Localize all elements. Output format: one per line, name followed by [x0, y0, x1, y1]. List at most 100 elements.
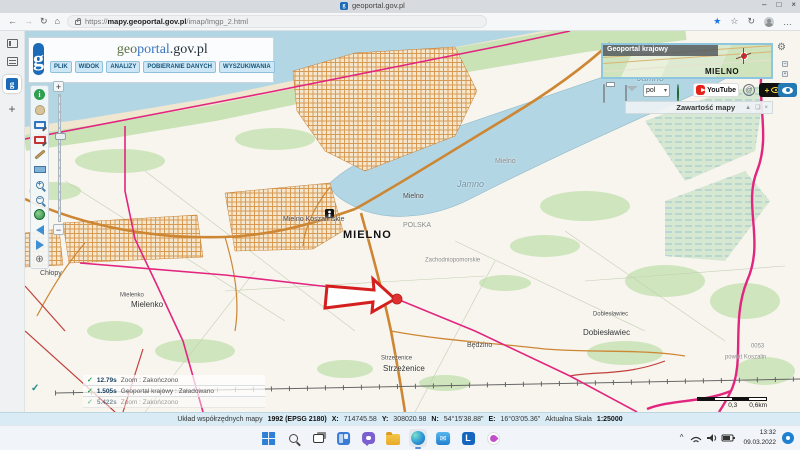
new-tab-button[interactable]: + — [8, 102, 15, 116]
zoom-in-button[interactable]: + — [53, 81, 64, 92]
edge-button[interactable] — [409, 429, 427, 447]
gear-icon[interactable]: ⚙ — [777, 42, 786, 53]
browser-toolbar: ← → ↻ ⌂ https://mapy.geoportal.gov.pl/im… — [0, 13, 800, 31]
browser-titlebar: g geoportal.gov.pl – □ × — [0, 0, 800, 13]
geoportal-logo[interactable]: g — [33, 43, 44, 75]
map-viewport[interactable]: Mielno Jamno Mielno Mielno Koszalińskie … — [25, 31, 800, 412]
file-explorer-button[interactable] — [384, 429, 402, 447]
measure-tool[interactable] — [33, 164, 46, 175]
map-topbar: pol▾ YouTube @ + — [601, 83, 800, 98]
zoom-slider-track[interactable] — [58, 94, 61, 222]
chat-button[interactable] — [359, 429, 377, 447]
close-panel-icon[interactable]: × — [764, 105, 768, 111]
check-icon: ✓ — [87, 398, 93, 406]
youtube-button[interactable]: YouTube — [693, 83, 739, 97]
tab-favicon-icon: g — [340, 2, 348, 10]
search-icon — [289, 434, 298, 443]
loaded-check-icon: ✓ — [31, 383, 39, 394]
previous-view-tool[interactable] — [33, 224, 46, 235]
next-view-tool[interactable] — [33, 239, 46, 250]
zoom-out-button[interactable]: − — [53, 224, 64, 235]
menu-pobieranie-danych[interactable]: POBIERANIE DANYCH — [143, 61, 216, 73]
tray-expand-icon[interactable]: ^ — [680, 433, 684, 442]
address-bar[interactable]: https://mapy.geoportal.gov.pl/imap/Imgp_… — [67, 15, 487, 28]
mail-button[interactable]: ✉ — [434, 429, 452, 447]
blue-rectangle-icon — [34, 121, 46, 129]
home-icon[interactable]: ⌂ — [55, 17, 60, 26]
accessibility-declaration-button[interactable]: @ — [743, 84, 755, 96]
draw-rectangle-tool[interactable] — [33, 134, 46, 145]
center-tool[interactable]: ⊕ — [33, 254, 46, 265]
status-message-row: ✓ 1.505s Geoportal krajowy : Załadowano — [83, 386, 265, 397]
pan-tool[interactable] — [33, 104, 46, 115]
lake-label: Jamno — [457, 179, 484, 189]
lightshot-button[interactable] — [484, 429, 502, 447]
start-button[interactable] — [259, 429, 277, 447]
pin-icon[interactable]: ▲ — [745, 105, 751, 111]
task-view-button[interactable] — [309, 429, 327, 447]
hand-icon — [35, 105, 45, 115]
tray-system-icons[interactable] — [689, 431, 737, 445]
tab-list-icon[interactable] — [7, 57, 18, 66]
active-tab-item[interactable]: g — [3, 75, 21, 93]
minimize-button[interactable]: – — [762, 0, 766, 9]
widgets-button[interactable] — [334, 429, 352, 447]
geoportal-favicon-icon: g — [6, 78, 18, 90]
collections-icon[interactable]: ☆ — [730, 16, 738, 27]
scale-bar: 0,3 0,6km — [697, 397, 767, 409]
back-icon[interactable]: ← — [8, 17, 17, 26]
status-messages: ✓ 12.79s Zoom : Zakończono ✓ 1.505s Geop… — [83, 375, 265, 408]
windows-taskbar: ✉ L ^ 13:32 09 — [0, 425, 800, 450]
y-coordinate: 308020.98 — [393, 416, 426, 423]
magnifier-plus-icon: + — [36, 181, 44, 189]
favorite-star-icon[interactable]: ★ — [713, 16, 721, 27]
task-view-icon — [313, 434, 324, 443]
vertical-tabs-toggle-icon[interactable] — [7, 39, 18, 48]
draw-tool[interactable] — [33, 149, 46, 160]
print-button[interactable] — [603, 85, 605, 103]
overview-map-panel[interactable]: Geoportal krajowy MIELNO — [601, 43, 773, 79]
refresh-icon[interactable]: ↻ — [40, 17, 48, 26]
history-icon[interactable]: ↻ — [747, 16, 755, 27]
taskbar-clock[interactable]: 13:32 09.03.2022 — [743, 428, 776, 448]
widgets-icon — [337, 432, 350, 445]
browser-tab[interactable]: g geoportal.gov.pl — [340, 1, 405, 10]
menu-plik[interactable]: PLIK — [50, 61, 72, 73]
overview-options-button[interactable]: • — [782, 71, 788, 77]
mail-icon: ✉ — [436, 432, 450, 445]
check-icon: ✓ — [87, 387, 93, 395]
close-button[interactable]: × — [791, 0, 796, 9]
menu-analizy[interactable]: ANALIZY — [106, 61, 140, 73]
zoom-in-tool[interactable]: + — [33, 179, 46, 190]
contrast-plus-icon: + — [765, 86, 770, 95]
menu-wyszukiwania[interactable]: WYSZUKIWANIA — [219, 61, 275, 73]
lock-icon — [75, 20, 81, 25]
taskbar-time: 13:32 — [743, 428, 776, 438]
select-rectangle-tool[interactable] — [33, 119, 46, 130]
taskbar-search[interactable] — [284, 429, 302, 447]
window-icon[interactable]: ❑ — [755, 104, 760, 111]
geoportal-header: g geoportal.gov.pl PLIK WIDOK ANALIZY PO… — [28, 37, 274, 83]
visibility-button[interactable] — [778, 83, 797, 97]
zoom-out-tool[interactable]: − — [33, 194, 46, 205]
zoom-slider-handle[interactable] — [55, 133, 66, 140]
maximize-button[interactable]: □ — [776, 0, 781, 9]
l-app-icon: L — [462, 432, 475, 445]
identify-tool[interactable]: i — [33, 89, 46, 100]
selected-point-marker — [392, 294, 402, 304]
full-extent-tool[interactable] — [33, 209, 46, 220]
coordinates-statusbar: Układ współrzędnych mapy 1992 (EPSG 2180… — [0, 412, 800, 425]
l-app-button[interactable]: L — [459, 429, 477, 447]
geoportal-brand-title: geoportal.gov.pl — [50, 42, 275, 58]
menu-widok[interactable]: WIDOK — [75, 61, 104, 73]
forward-icon[interactable]: → — [24, 17, 33, 26]
town-label-mielno: MIELNO — [343, 229, 392, 241]
menu-ellipsis-icon[interactable]: … — [783, 17, 792, 27]
lightshot-icon — [487, 432, 500, 445]
layers-panel-header[interactable]: Zawartość mapy ▲ ❑ × — [625, 101, 773, 114]
map-label: Mielno — [403, 193, 424, 200]
overview-collapse-button[interactable]: – — [782, 61, 788, 67]
language-select[interactable]: pol▾ — [643, 84, 670, 97]
notification-badge[interactable] — [782, 432, 794, 444]
profile-avatar[interactable] — [764, 17, 774, 27]
